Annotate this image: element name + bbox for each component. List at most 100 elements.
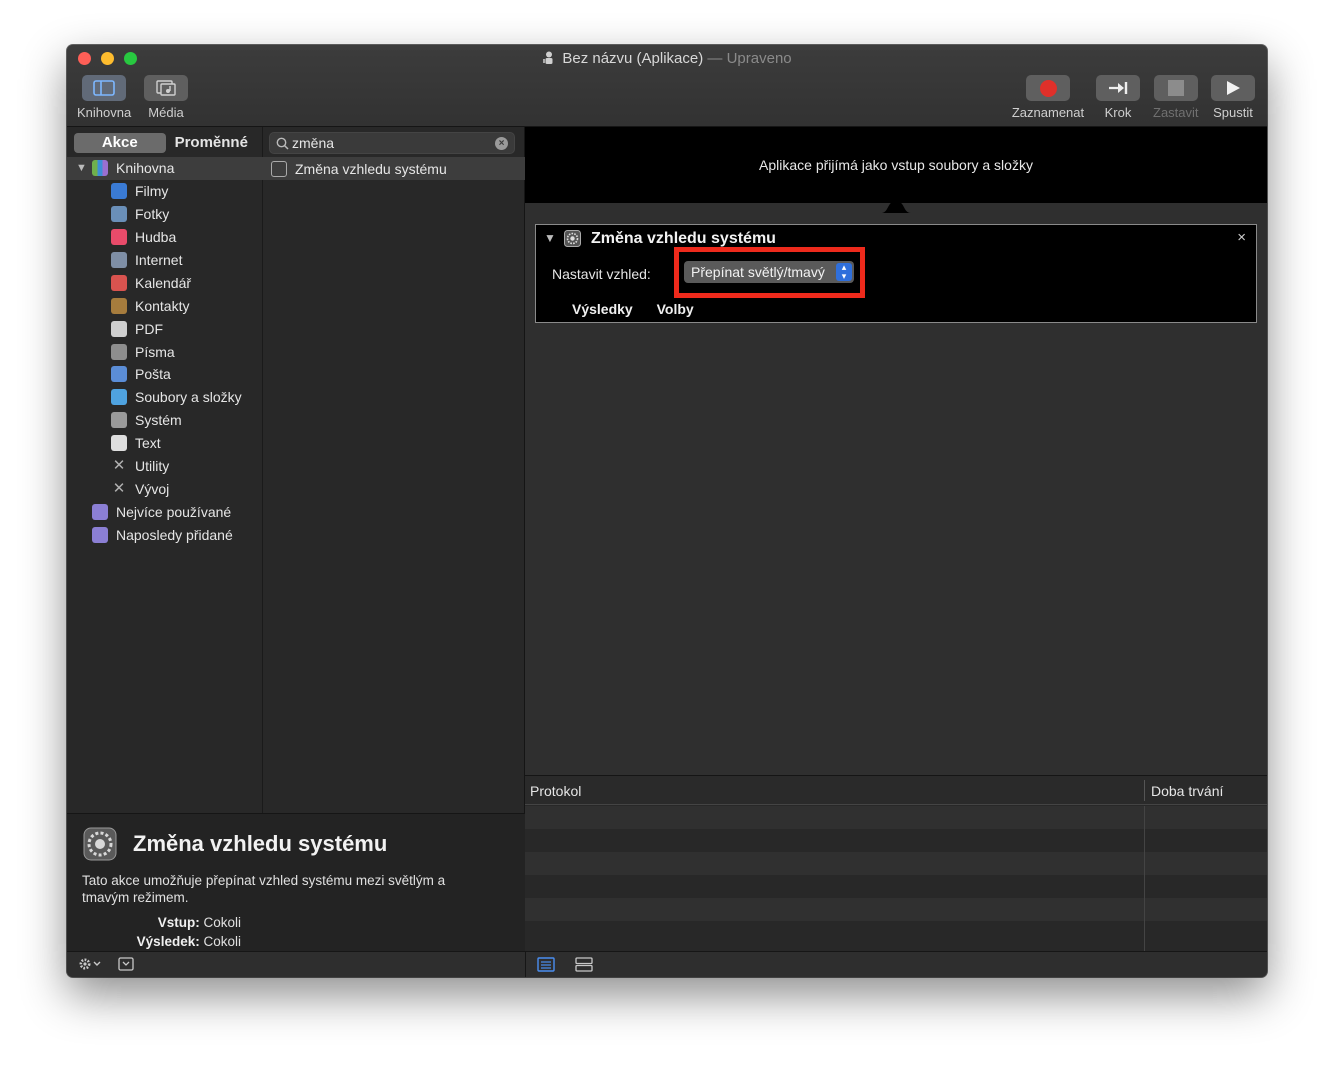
smart-group-item[interactable]: Naposledy přidané xyxy=(67,523,263,546)
smart-folder-icon xyxy=(92,526,108,543)
log-table: Protokol Doba trvání xyxy=(525,775,1267,952)
library-item[interactable]: Fotky xyxy=(67,203,263,226)
output-type-row: Výsledek: Cokoli xyxy=(67,934,241,949)
films-icon xyxy=(111,183,127,200)
tab-variables[interactable]: Proměnné xyxy=(166,133,258,153)
library-item[interactable]: Kalendář xyxy=(67,271,263,294)
library-item[interactable]: Kontakty xyxy=(67,294,263,317)
action-title: Změna vzhledu systému xyxy=(591,230,776,247)
log-row xyxy=(525,898,1267,921)
workflow-area[interactable]: Aplikace přijímá jako vstup soubory a sl… xyxy=(525,127,1267,775)
stop-icon xyxy=(1167,80,1184,96)
window-title-text: Bez názvu (Aplikace) xyxy=(562,50,704,67)
disclosure-triangle-icon[interactable]: ▼ xyxy=(76,162,88,174)
library-tabs: Akce Proměnné xyxy=(74,133,257,153)
input-type-value: Cokoli xyxy=(203,915,241,930)
record-button[interactable]: Zaznamenat xyxy=(1009,75,1087,120)
system-preferences-icon xyxy=(83,827,117,861)
step-icon xyxy=(1109,82,1128,94)
library-item-label: Fotky xyxy=(135,206,170,223)
smart-group-label: Nejvíce používané xyxy=(116,503,232,520)
run-button[interactable]: Spustit xyxy=(1211,75,1255,120)
library-item-label: Utility xyxy=(135,458,170,475)
log-column-protocol[interactable]: Protokol xyxy=(530,783,581,799)
log-row xyxy=(525,806,1267,829)
library-item[interactable]: Filmy xyxy=(67,180,263,203)
smart-group-label: Naposledy přidané xyxy=(116,526,233,543)
window-title: Bez názvu (Aplikace) — Upraveno xyxy=(67,50,1267,67)
run-label: Spustit xyxy=(1213,105,1253,120)
action-block[interactable]: ▼ Změna vzhledu systému × Nastavit vzhle… xyxy=(535,224,1257,323)
step-button[interactable]: Krok xyxy=(1096,75,1140,120)
tab-results[interactable]: Výsledky xyxy=(572,301,633,317)
result-item[interactable]: Změna vzhledu systému xyxy=(263,157,525,180)
appearance-popup[interactable]: Přepínat světlý/tmavý ▴ ▾ xyxy=(684,261,854,283)
library-item[interactable]: ✕ Utility xyxy=(67,455,263,478)
log-header: Protokol Doba trvání xyxy=(525,776,1267,805)
fonts-icon xyxy=(111,343,127,360)
library-item[interactable]: Soubory a složky xyxy=(67,386,263,409)
media-button[interactable]: Média xyxy=(144,75,188,120)
library-item[interactable]: Systém xyxy=(67,409,263,432)
stop-label: Zastavit xyxy=(1153,105,1199,120)
action-menu-button[interactable] xyxy=(79,957,105,976)
library-item[interactable]: Text xyxy=(67,432,263,455)
actions-pane: × Změna vzhledu systému xyxy=(263,127,525,813)
library-tree: ▼ Knihovna Filmy Fotky Hudba Internet Kalend… xyxy=(67,157,263,546)
log-row xyxy=(525,852,1267,875)
window-title-status: — Upraveno xyxy=(707,50,792,67)
utility-icon: ✕ xyxy=(112,457,126,475)
stop-button[interactable]: Zastavit xyxy=(1153,75,1199,120)
library-root-label: Knihovna xyxy=(116,160,175,177)
library-toggle-button[interactable]: Knihovna xyxy=(77,75,131,120)
library-item-label: Hudba xyxy=(135,229,177,246)
library-item-label: Kalendář xyxy=(135,274,192,291)
search-field[interactable]: × xyxy=(269,132,515,154)
library-root[interactable]: ▼ Knihovna xyxy=(67,157,263,180)
smart-group-item[interactable]: Nejvíce používané xyxy=(67,500,263,523)
toolbar: Bez názvu (Aplikace) — Upraveno Knihovna xyxy=(67,45,1267,127)
log-rows xyxy=(525,806,1267,944)
automator-robot-icon xyxy=(543,51,553,64)
input-type-label: Vstup: xyxy=(157,915,200,930)
calendar-icon xyxy=(111,274,127,291)
tab-options[interactable]: Volby xyxy=(657,301,694,317)
appearance-popup-value: Přepínat světlý/tmavý xyxy=(691,264,825,280)
log-column-duration[interactable]: Doba trvání xyxy=(1151,783,1223,799)
music-icon xyxy=(111,229,127,246)
library-item[interactable]: Internet xyxy=(67,249,263,272)
remove-action-button[interactable]: × xyxy=(1237,229,1246,246)
library-item[interactable]: ✕ Vývoj xyxy=(67,477,263,500)
description-toggle-icon xyxy=(118,957,134,971)
contacts-icon xyxy=(111,297,127,314)
collapse-action-icon[interactable]: ▼ xyxy=(544,231,556,245)
clear-search-icon[interactable]: × xyxy=(495,137,508,150)
description-title: Změna vzhledu systému xyxy=(133,831,388,856)
automator-window: Bez názvu (Aplikace) — Upraveno Knihovna xyxy=(67,45,1267,977)
list-view-button[interactable] xyxy=(537,957,555,977)
library-item-label: Písma xyxy=(135,343,175,360)
tab-actions[interactable]: Akce xyxy=(74,133,166,153)
workflow-input-text: Aplikace přijímá jako vstup soubory a sl… xyxy=(759,157,1033,173)
action-tabs: Výsledky Volby xyxy=(572,301,714,317)
library-item[interactable]: Hudba xyxy=(67,226,263,249)
play-icon xyxy=(1227,81,1240,95)
library-item[interactable]: Písma xyxy=(67,340,263,363)
developer-icon: ✕ xyxy=(112,479,126,497)
library-item-label: Internet xyxy=(135,252,183,268)
library-item-label: Vývoj xyxy=(135,480,170,497)
search-input[interactable] xyxy=(292,135,492,151)
library-item[interactable]: Pošta xyxy=(67,363,263,386)
system-preferences-icon xyxy=(564,230,581,247)
pdf-icon xyxy=(111,320,127,337)
split-view-button[interactable] xyxy=(575,957,593,977)
step-label: Krok xyxy=(1104,105,1132,120)
smart-folder-icon xyxy=(92,503,108,520)
split-view-icon xyxy=(575,957,593,972)
description-toggle-button[interactable] xyxy=(118,957,134,976)
library-item-label: Filmy xyxy=(135,183,169,200)
library-item-label: Pošta xyxy=(135,366,171,383)
library-item-label: Kontakty xyxy=(135,297,190,314)
list-view-icon xyxy=(537,957,555,972)
library-item[interactable]: PDF xyxy=(67,317,263,340)
